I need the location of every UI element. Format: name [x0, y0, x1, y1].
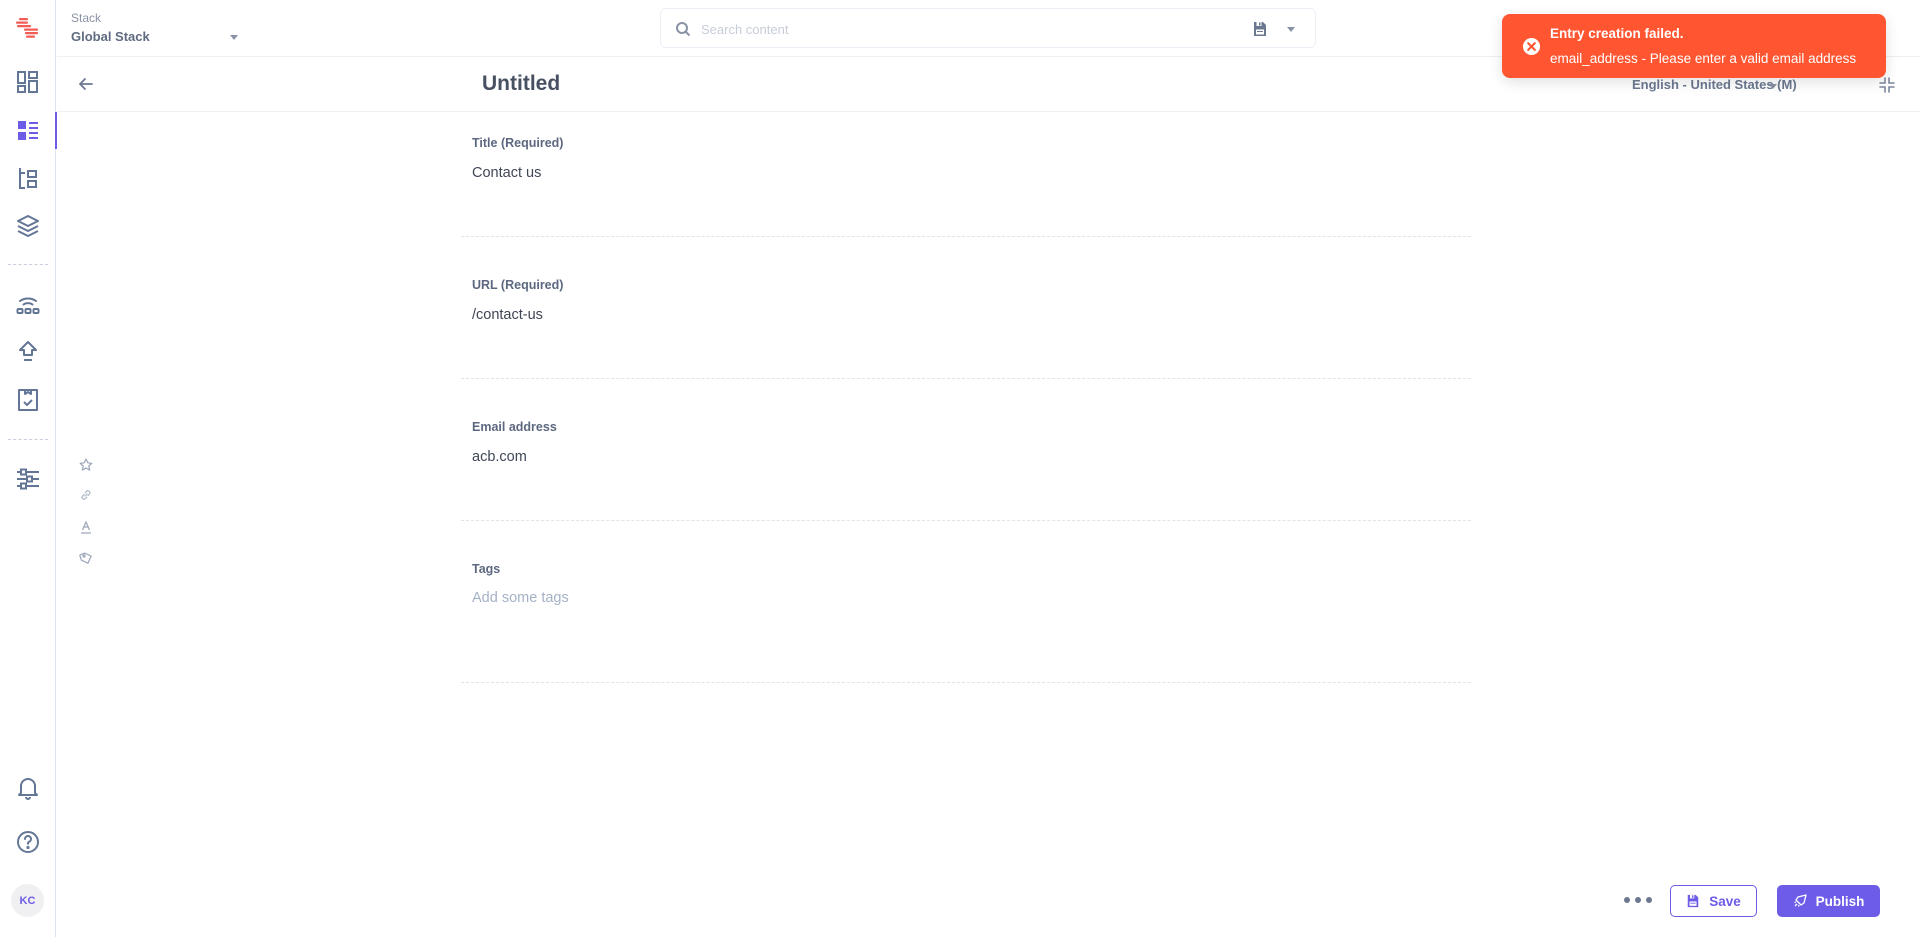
user-avatar[interactable]: KC [11, 884, 44, 917]
sidebar-item-notifications[interactable] [14, 774, 42, 802]
search-icon [676, 22, 691, 37]
sidebar-item-entries[interactable] [14, 116, 42, 144]
entry-title: Untitled [482, 72, 561, 95]
stack-label: Stack [71, 11, 102, 25]
sidebar-item-webhooks[interactable] [14, 291, 42, 319]
save-icon [1687, 894, 1699, 908]
dot-icon [1635, 897, 1641, 903]
field-label: Title (Required) [472, 136, 564, 150]
search-options-chevron-icon[interactable] [1287, 27, 1295, 32]
settings-icon [17, 468, 39, 490]
sidebar: KC [0, 0, 57, 937]
text-format-icon[interactable] [78, 519, 94, 535]
webhooks-icon [16, 297, 40, 314]
chevron-down-icon[interactable] [230, 35, 238, 40]
search-input[interactable] [701, 17, 1221, 41]
url-input[interactable] [472, 307, 1452, 323]
sidebar-divider [8, 264, 48, 265]
tasks-icon [18, 389, 38, 411]
sidebar-item-deployments[interactable] [14, 338, 42, 366]
field-tags: Tags [461, 521, 1471, 683]
field-label: URL (Required) [472, 278, 564, 292]
entries-icon [18, 121, 38, 140]
sidebar-divider [8, 439, 48, 440]
rocket-icon [1793, 894, 1807, 907]
publish-label: Publish [1815, 893, 1865, 909]
error-toast: Entry creation failed. email_address - P… [1502, 14, 1886, 78]
stack-selector[interactable]: Global Stack [71, 29, 150, 44]
sidebar-item-help[interactable] [14, 828, 42, 856]
contentstack-logo-icon[interactable] [14, 14, 42, 42]
save-search-icon[interactable] [1253, 21, 1267, 37]
content-models-icon [19, 168, 37, 189]
tags-input[interactable] [472, 590, 1452, 606]
publish-button[interactable]: Publish [1777, 885, 1880, 917]
help-icon [17, 831, 39, 853]
sidebar-item-content-models[interactable] [14, 164, 42, 192]
deploy-icon [19, 341, 37, 361]
back-arrow-icon[interactable] [77, 75, 95, 93]
field-url: URL (Required) [461, 237, 1471, 379]
save-button[interactable]: Save [1670, 885, 1757, 917]
field-label: Tags [472, 562, 501, 576]
chevron-down-icon[interactable] [1769, 84, 1777, 89]
dot-icon [1624, 897, 1630, 903]
bell-icon [18, 778, 38, 800]
sidebar-item-settings[interactable] [14, 465, 42, 493]
dot-icon [1646, 897, 1652, 903]
entry-form: Title (Required) URL (Required) Email ad… [461, 112, 1471, 683]
active-nav-indicator [55, 112, 57, 149]
search-bar [660, 8, 1316, 48]
compress-icon[interactable] [1879, 77, 1895, 93]
tag-icon[interactable] [78, 550, 94, 566]
save-label: Save [1709, 893, 1741, 909]
title-input[interactable] [472, 165, 1452, 181]
sidebar-item-tasks[interactable] [14, 386, 42, 414]
field-email: Email address [461, 379, 1471, 521]
toast-message: email_address - Please enter a valid ema… [1550, 51, 1857, 66]
field-label: Email address [472, 420, 557, 434]
more-options-button[interactable] [1624, 892, 1652, 908]
layers-icon [17, 215, 39, 237]
star-icon[interactable] [78, 457, 94, 473]
toast-title: Entry creation failed. [1550, 26, 1684, 41]
error-circle-icon [1522, 37, 1541, 56]
sidebar-item-dashboard[interactable] [14, 68, 42, 96]
dashboard-icon [17, 71, 38, 93]
sidebar-item-assets[interactable] [14, 212, 42, 240]
email-input[interactable] [472, 449, 1452, 465]
link-icon[interactable] [78, 487, 94, 503]
field-title: Title (Required) [461, 112, 1471, 237]
